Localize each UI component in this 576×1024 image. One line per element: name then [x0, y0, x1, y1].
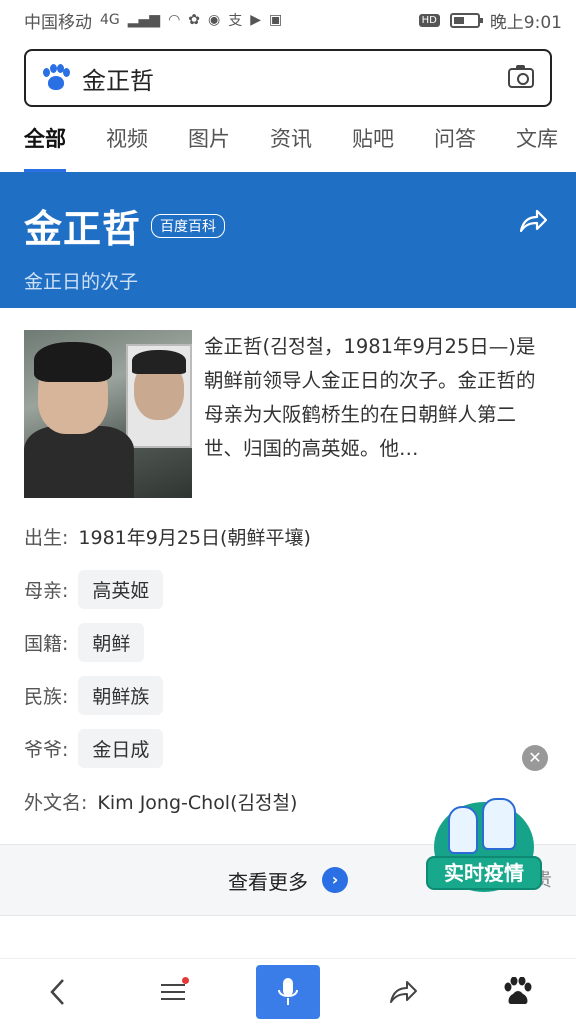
microphone-icon	[277, 977, 298, 1005]
nationality-chip[interactable]: 朝鲜	[78, 622, 145, 662]
entity-name: 金正哲	[24, 207, 142, 251]
menu-button[interactable]	[141, 965, 205, 1019]
search-tabs: 全部 视频 图片 资讯 贴吧 问答 文库	[0, 112, 576, 172]
tab-all[interactable]: 全部	[24, 112, 66, 172]
app-notification-icon-2: ◉	[208, 12, 221, 28]
tab-qa[interactable]: 问答	[434, 112, 476, 172]
nationality-label: 国籍:	[24, 632, 69, 655]
foreign-name-value: Kim Jong-Chol(김정철)	[97, 791, 298, 814]
epidemic-float-button[interactable]: 实时疫情	[426, 792, 542, 902]
tab-wenku[interactable]: 文库	[516, 112, 558, 172]
baidu-paw-icon	[504, 976, 532, 1004]
mother-chip[interactable]: 高英姬	[78, 569, 164, 609]
app-notification-icon-3: 支	[228, 13, 243, 29]
info-row-ethnicity: 民族: 朝鲜族	[24, 675, 552, 715]
hd-badge: HD	[418, 13, 440, 27]
birth-value: 1981年9月25日(朝鲜平壤)	[78, 526, 311, 549]
grandfather-label: 爷爷:	[24, 738, 69, 761]
view-more-label: 查看更多	[228, 869, 308, 894]
entity-subtitle: 金正日的次子	[24, 271, 139, 293]
baidu-paw-icon	[42, 64, 70, 92]
network-type: 4G	[100, 12, 120, 28]
app-notification-icon-4: ▶	[250, 12, 262, 28]
grandfather-chip[interactable]: 金日成	[78, 728, 164, 768]
close-icon[interactable]: ✕	[522, 745, 548, 771]
signal-icon: ▂▄▆	[127, 12, 161, 28]
chevron-right-icon: ›	[322, 867, 348, 893]
foreign-name-label: 外文名:	[24, 791, 88, 814]
bottom-nav	[0, 958, 576, 1024]
tab-images[interactable]: 图片	[188, 112, 230, 172]
baidu-home-button[interactable]	[486, 965, 550, 1019]
birth-label: 出生:	[24, 526, 69, 549]
baike-badge: 百度百科	[151, 213, 226, 238]
person-photo[interactable]	[24, 330, 192, 498]
status-left: 中国移动 4G ▂▄▆ ◠ ✿ ◉ 支 ▶ ▣	[24, 8, 282, 33]
carrier-name: 中国移动	[24, 12, 92, 33]
tab-tieba[interactable]: 贴吧	[352, 112, 394, 172]
notification-dot	[181, 976, 189, 984]
search-input[interactable]: 金正哲	[82, 61, 508, 96]
status-time: 晚上9:01	[489, 12, 562, 33]
info-list: 出生: 1981年9月25日(朝鲜平壤) 母亲: 高英姬 国籍: 朝鲜 民族: …	[24, 516, 552, 834]
wifi-icon: ◠	[168, 12, 181, 28]
battery-icon	[449, 12, 483, 28]
mother-label: 母亲:	[24, 579, 69, 602]
tab-news[interactable]: 资讯	[270, 112, 312, 172]
menu-icon	[160, 979, 185, 1005]
ethnicity-label: 民族:	[24, 685, 69, 708]
hero-title: 金正哲 百度百科	[24, 198, 552, 253]
app-notification-icon-5: ▣	[269, 12, 283, 28]
baike-hero[interactable]: 金正哲 百度百科 金正日的次子	[0, 172, 576, 308]
tab-video[interactable]: 视频	[106, 112, 148, 172]
doctor-icon	[448, 806, 478, 854]
back-arrow-icon	[49, 978, 64, 1005]
search-box[interactable]: 金正哲	[24, 49, 552, 107]
info-row-grandfather: 爷爷: 金日成	[24, 728, 552, 768]
share-button[interactable]	[371, 965, 435, 1019]
voice-search-button[interactable]	[255, 964, 320, 1019]
intro-section[interactable]: 金正哲(김정철，1981年9月25日—)是朝鲜前领导人金正日的次子。金正哲的母亲…	[24, 330, 552, 498]
info-row-nationality: 国籍: 朝鲜	[24, 622, 552, 662]
epidemic-label: 实时疫情	[426, 856, 542, 890]
back-button[interactable]	[26, 965, 90, 1019]
share-arrow-icon	[390, 980, 418, 1003]
ethnicity-chip[interactable]: 朝鲜族	[78, 675, 164, 715]
app-notification-icon: ✿	[188, 12, 201, 28]
doctor-icon-2	[482, 798, 516, 850]
info-row-mother: 母亲: 高英姬	[24, 569, 552, 609]
camera-search-icon[interactable]	[508, 65, 534, 88]
info-row-birth: 出生: 1981年9月25日(朝鲜平壤)	[24, 516, 552, 556]
status-right: HD 晚上9:01	[418, 8, 562, 33]
status-bar: 中国移动 4G ▂▄▆ ◠ ✿ ◉ 支 ▶ ▣ HD 晚上9:01	[0, 0, 576, 40]
intro-text: 金正哲(김정철，1981年9月25日—)是朝鲜前领导人金正日的次子。金正哲的母亲…	[204, 335, 536, 460]
share-icon[interactable]	[518, 208, 548, 234]
